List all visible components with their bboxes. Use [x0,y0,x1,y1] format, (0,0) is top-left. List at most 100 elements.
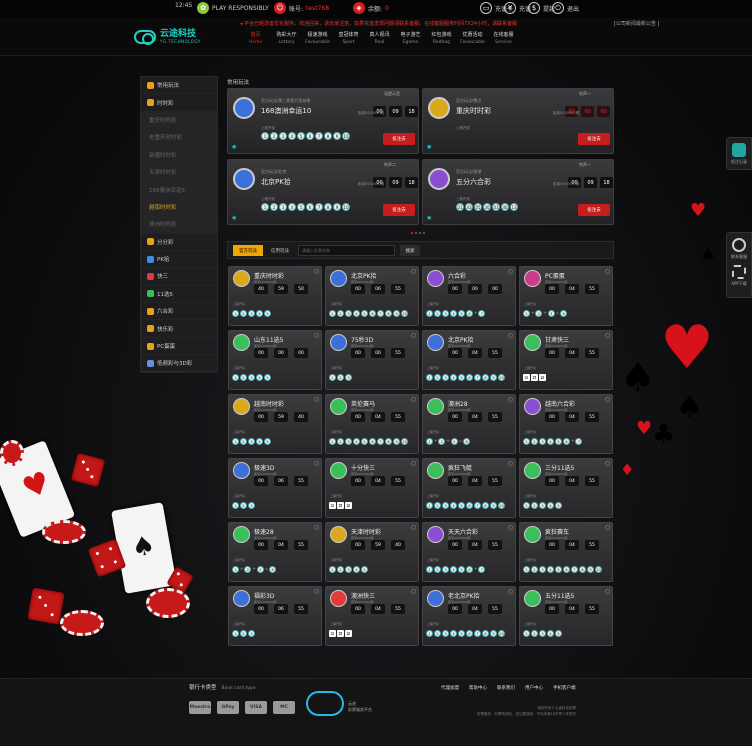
footer-link-user[interactable]: 用户中心 [525,685,543,691]
favorite-icon[interactable] [314,525,319,530]
bet-button[interactable]: 投注去 [578,204,610,216]
lottery-card[interactable]: PC蛋蛋 距离0000000期 00 04 55 上期开奖 1 +2 +3 = 6 [519,266,613,326]
favorite-icon[interactable] [605,333,610,338]
lottery-card[interactable]: 天天六合彩 距离0000000期 00 04 55 上期开奖 1 2 3 4 5 6 +7 [422,522,516,582]
tab-official[interactable]: 官方玩法 [233,245,263,256]
lottery-card[interactable]: 天津时时彩 距离0000000期 00 59 40 上期开奖 1 2 3 4 5 [325,522,419,582]
withdraw-link[interactable]: $ 提款 [528,2,555,14]
lottery-card[interactable]: 五分11选5 距离0000000期 00 04 55 上期开奖 1 2 3 4 5 [519,586,613,646]
favorite-icon[interactable] [411,589,416,594]
lottery-card[interactable]: 疯狂飞艇 距离0000000期 00 04 55 上期开奖 1 2 3 4 5 6 7 8 9 10 [422,458,516,518]
sidebar-item[interactable]: 快乐彩 [141,320,217,338]
lottery-card[interactable]: 十分快三 距离0000000期 00 04 55 上期开奖 ⚀ ⚁ ⚂ [325,458,419,518]
favorite-icon[interactable] [314,461,319,466]
sidebar-item[interactable]: 六合彩 [141,303,217,321]
sound-select[interactable]: 铃声一 [579,91,591,97]
lottery-card[interactable]: 重庆时时彩 距离0000000期 40 59 50 上期开奖 1 2 3 4 5 [228,266,322,326]
nav-item-5[interactable]: 电子游艺 Egame [395,32,426,46]
favorite-icon[interactable] [411,397,416,402]
logout-link[interactable]: ⏻ 退出 [552,2,579,14]
favorite-star-icon[interactable]: ★ [231,214,237,222]
footer-link-agent[interactable]: 代理加盟 [441,685,459,691]
lottery-card[interactable]: 疯狂赛车 距离0000000期 00 04 55 上期开奖 1 2 3 4 5 6 7 8 9 10 [519,522,613,582]
bet-button[interactable]: 投注去 [383,133,415,145]
favorite-icon[interactable] [605,525,610,530]
sidebar-item[interactable]: 重庆时时彩 [141,111,217,130]
sidebar-item[interactable]: 老重庆时时彩 [141,129,217,147]
sidebar-item[interactable]: 时时彩 [141,94,217,112]
footer-link-contact[interactable]: 联系我们 [497,685,515,691]
bet-record-float[interactable]: 投注记录 [726,137,752,170]
lottery-card[interactable]: 三分11选5 距离0000000期 00 04 55 上期开奖 1 2 3 4 5 [519,458,613,518]
lottery-card[interactable]: 英伦赛马 距离0000000期 00 04 55 上期开奖 1 2 3 4 5 6 7 8 9 10 [325,394,419,454]
lottery-card[interactable]: 澳洲快三 距离0000000期 00 04 55 上期开奖 ⚀ ⚁ ⚂ [325,586,419,646]
carousel-dots[interactable] [411,232,425,234]
lottery-card[interactable]: 极速28 距离0000000期 00 04 55 上期开奖 1 +2 +3 = 6 [228,522,322,582]
favorite-star-icon[interactable]: ★ [426,143,432,151]
lottery-card[interactable]: 澳洲28 距离0000000期 00 04 55 上期开奖 1 +2 +3 = 6 [422,394,516,454]
sound-select[interactable]: 铃声二 [384,162,396,168]
lottery-card[interactable]: 越南时时彩 距离0000000期 00 59 40 上期开奖 1 2 3 4 5 [228,394,322,454]
nav-item-0[interactable]: 首页 Home [240,32,271,46]
footer-link-mobile[interactable]: 手机客户端 [553,685,576,691]
lottery-card[interactable]: 山东11选5 距离0000000期 00 00 00 上期开奖 1 2 3 4 5 [228,330,322,390]
favorite-icon[interactable] [411,525,416,530]
sidebar-item[interactable]: 168澳洲幸运5 [141,181,217,199]
favorite-icon[interactable] [605,397,610,402]
sidebar-item[interactable]: 越南时时彩 [141,198,217,217]
lottery-card[interactable]: 越南六合彩 距离0000000期 00 04 55 上期开奖 1 2 3 4 5 6 +7 [519,394,613,454]
favorite-star-icon[interactable]: ★ [426,214,432,222]
search-button[interactable]: 搜索 [400,245,420,256]
favorite-icon[interactable] [411,269,416,274]
lottery-card[interactable]: 福彩3D 距离0000000期 00 06 55 上期开奖 1 2 3 [228,586,322,646]
sound-select[interactable]: 无提示音 [384,91,400,97]
favorite-icon[interactable] [314,397,319,402]
favorite-icon[interactable] [508,589,513,594]
favorite-icon[interactable] [508,333,513,338]
bet-button[interactable]: 投注去 [383,204,415,216]
nav-item-2[interactable]: 极速游戏 Favourable [302,32,333,46]
sidebar-item[interactable]: 11选5 [141,286,217,304]
lottery-search-input[interactable]: 请输入彩票名称 [298,245,395,256]
favorite-icon[interactable] [605,461,610,466]
footer-link-help[interactable]: 帮助中心 [469,685,487,691]
lottery-card[interactable]: 甘肃快三 距离0000000期 00 04 55 上期开奖 ⚀ ⚁ ⚂ [519,330,613,390]
sidebar-item[interactable]: 分分彩 [141,234,217,251]
sidebar-item[interactable]: 天津时时彩 [141,163,217,182]
sound-select[interactable]: 铃声一 [579,162,591,168]
announcement-more-link[interactable]: [公司新闻最新公告 ] [614,20,660,27]
sidebar-item[interactable]: PC蛋蛋 [141,338,217,356]
favorite-icon[interactable] [508,269,513,274]
site-logo[interactable]: 云途科技 YG.TECHNOLOGY [134,30,201,45]
nav-item-1[interactable]: 购彩大厅 Lottery [271,32,302,46]
favorite-icon[interactable] [411,333,416,338]
sidebar-item[interactable]: 澳洲时时彩 [141,216,217,234]
sidebar-item[interactable]: 快三 [141,268,217,286]
lottery-card[interactable]: 75秒3D 距离0000000期 00 00 55 上期开奖 1 2 3 [325,330,419,390]
favorite-icon[interactable] [508,525,513,530]
lottery-card[interactable]: 六合彩 距离0000000期 00 00 00 上期开奖 1 2 3 4 5 6 +7 [422,266,516,326]
lottery-card[interactable]: 极速3D 距离0000000期 00 06 55 上期开奖 1 2 3 [228,458,322,518]
nav-item-8[interactable]: 在线客服 Service [488,32,519,46]
favorite-icon[interactable] [314,333,319,338]
nav-item-7[interactable]: 优惠活动 Favourable [457,32,488,46]
sidebar-item[interactable]: 低频彩与3D彩 [141,355,217,373]
favorite-icon[interactable] [411,461,416,466]
favorite-icon[interactable] [314,589,319,594]
lottery-card[interactable]: 北京PK拾 距离0000000期 00 04 55 上期开奖 1 2 3 4 5 6 7 8 9 10 [422,330,516,390]
favorite-icon[interactable] [508,397,513,402]
favorite-icon[interactable] [605,589,610,594]
sidebar-item[interactable]: 常用玩法 [141,77,217,95]
tab-credit[interactable]: 信用玩法 [265,245,295,256]
nav-item-3[interactable]: 皇冠体育 Sport [333,32,364,46]
nav-item-6[interactable]: 红包游戏 Redbag [426,32,457,46]
favorite-star-icon[interactable]: ★ [231,143,237,151]
lottery-card[interactable]: 老北京PK拾 距离0000000期 00 04 55 上期开奖 1 2 3 4 5 6 7 8 9 10 [422,586,516,646]
favorite-icon[interactable] [508,461,513,466]
sidebar-item[interactable]: PK拾 [141,251,217,269]
favorite-icon[interactable] [605,269,610,274]
service-float[interactable]: 联系客服 APP下载 [726,232,752,298]
recharge-link[interactable]: ¥ 充值 [504,2,531,14]
nav-item-4[interactable]: 真人视讯 Real [364,32,395,46]
bet-button[interactable]: 投注去 [578,133,610,145]
